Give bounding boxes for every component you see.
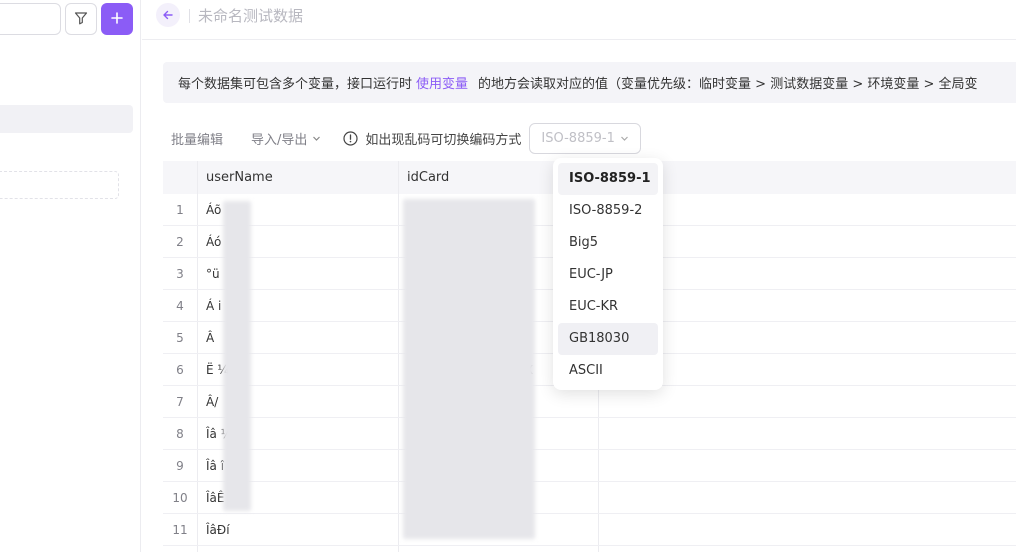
filter-button[interactable] xyxy=(65,3,97,35)
table-row[interactable]: 7 Â/ xyxy=(163,386,1016,418)
encoding-option[interactable]: Big5 xyxy=(558,227,658,259)
row-number: 8 xyxy=(176,427,184,441)
encoding-option[interactable]: ISO-8859-2 xyxy=(558,195,658,227)
sidebar-item-selected[interactable] xyxy=(0,105,133,133)
batch-edit-button[interactable]: 批量编辑 xyxy=(171,129,223,148)
header: 未命名测试数据 xyxy=(142,0,1016,40)
cell-username[interactable]: Áõ xyxy=(206,194,221,226)
table-row[interactable]: 9Îâ î3 xyxy=(163,450,1016,482)
table-row[interactable]: 11ÎâÐí32 xyxy=(163,514,1016,546)
row-number: 4 xyxy=(176,299,184,313)
header-divider xyxy=(189,9,190,23)
row-number: 7 xyxy=(176,395,184,409)
cell-username[interactable]: Á i xyxy=(206,290,221,322)
chevron-down-icon xyxy=(312,134,321,143)
filter-icon xyxy=(74,10,88,29)
encoding-option[interactable]: ISO-8859-1 xyxy=(558,163,658,195)
sidebar-dashed-item[interactable] xyxy=(0,171,119,199)
column-header-idcard: idCard xyxy=(407,170,450,185)
cell-username[interactable]: Â xyxy=(206,322,214,354)
add-button[interactable] xyxy=(101,3,133,35)
chevron-down-icon xyxy=(620,134,629,143)
sidebar xyxy=(0,0,141,552)
row-number: 3 xyxy=(176,267,184,281)
row-number: 11 xyxy=(172,523,188,537)
sidebar-search-input[interactable] xyxy=(0,3,61,35)
cell-username[interactable]: ÎâÊ xyxy=(206,482,224,514)
toolbar: 批量编辑 导入/导出 如出现乱码可切换编码方式 ISO-8859-1 xyxy=(171,122,642,154)
redacted-block xyxy=(223,201,251,511)
use-variable-link[interactable]: 使用变量 xyxy=(416,73,468,92)
info-bar: 每个数据集可包含多个变量，接口运行时 使用变量 的地方会读取对应的值（变量优先级… xyxy=(163,62,1016,103)
arrow-left-icon xyxy=(162,6,174,25)
column-header-username: userName xyxy=(206,170,273,185)
encoding-select[interactable]: ISO-8859-1 xyxy=(529,122,642,154)
page-title[interactable]: 未命名测试数据 xyxy=(198,5,303,26)
back-button[interactable] xyxy=(156,3,180,27)
cell-username[interactable]: °ü xyxy=(206,258,220,290)
app-root: 未命名测试数据 每个数据集可包含多个变量，接口运行时 使用变量 的地方会读取对应… xyxy=(0,0,1016,552)
row-number: 2 xyxy=(176,235,184,249)
encoding-tip-text: 如出现乱码可切换编码方式 xyxy=(365,132,522,148)
row-number: 10 xyxy=(172,491,188,505)
cell-username[interactable]: ÎâÐí xyxy=(206,514,230,546)
row-number: 9 xyxy=(176,459,184,473)
table-row[interactable]: 8 Îâ ½ xyxy=(163,418,1016,450)
import-export-dropdown[interactable]: 导入/导出 xyxy=(251,129,321,148)
encoding-tip: 如出现乱码可切换编码方式 xyxy=(343,129,521,148)
encoding-option[interactable]: GB18030 xyxy=(558,323,658,355)
row-number: 6 xyxy=(176,363,184,377)
plus-icon xyxy=(110,10,124,29)
redacted-block xyxy=(403,199,535,539)
table-row[interactable]: 10 ÎâÊ xyxy=(163,482,1016,514)
encoding-option[interactable]: EUC-KR xyxy=(558,291,658,323)
info-text-suffix: 的地方会读取对应的值（变量优先级：临时变量 > 测试数据变量 > 环境变量 > … xyxy=(478,77,978,92)
encoding-select-value: ISO-8859-1 xyxy=(541,130,615,146)
cell-username[interactable]: Îâ î xyxy=(206,450,224,482)
encoding-option[interactable]: ASCII xyxy=(558,355,658,387)
info-text-prefix: 每个数据集可包含多个变量，接口运行时 xyxy=(178,77,413,92)
row-number: 1 xyxy=(176,203,184,217)
encoding-dropdown: ISO-8859-1 ISO-8859-2 Big5 EUC-JP EUC-KR… xyxy=(553,158,663,390)
import-export-label: 导入/导出 xyxy=(251,132,308,148)
row-number: 5 xyxy=(176,331,184,345)
cell-username[interactable]: Â/ xyxy=(206,386,218,418)
encoding-option[interactable]: EUC-JP xyxy=(558,259,658,291)
cell-username[interactable]: Áó xyxy=(206,226,221,258)
exclamation-circle-icon xyxy=(343,130,359,146)
